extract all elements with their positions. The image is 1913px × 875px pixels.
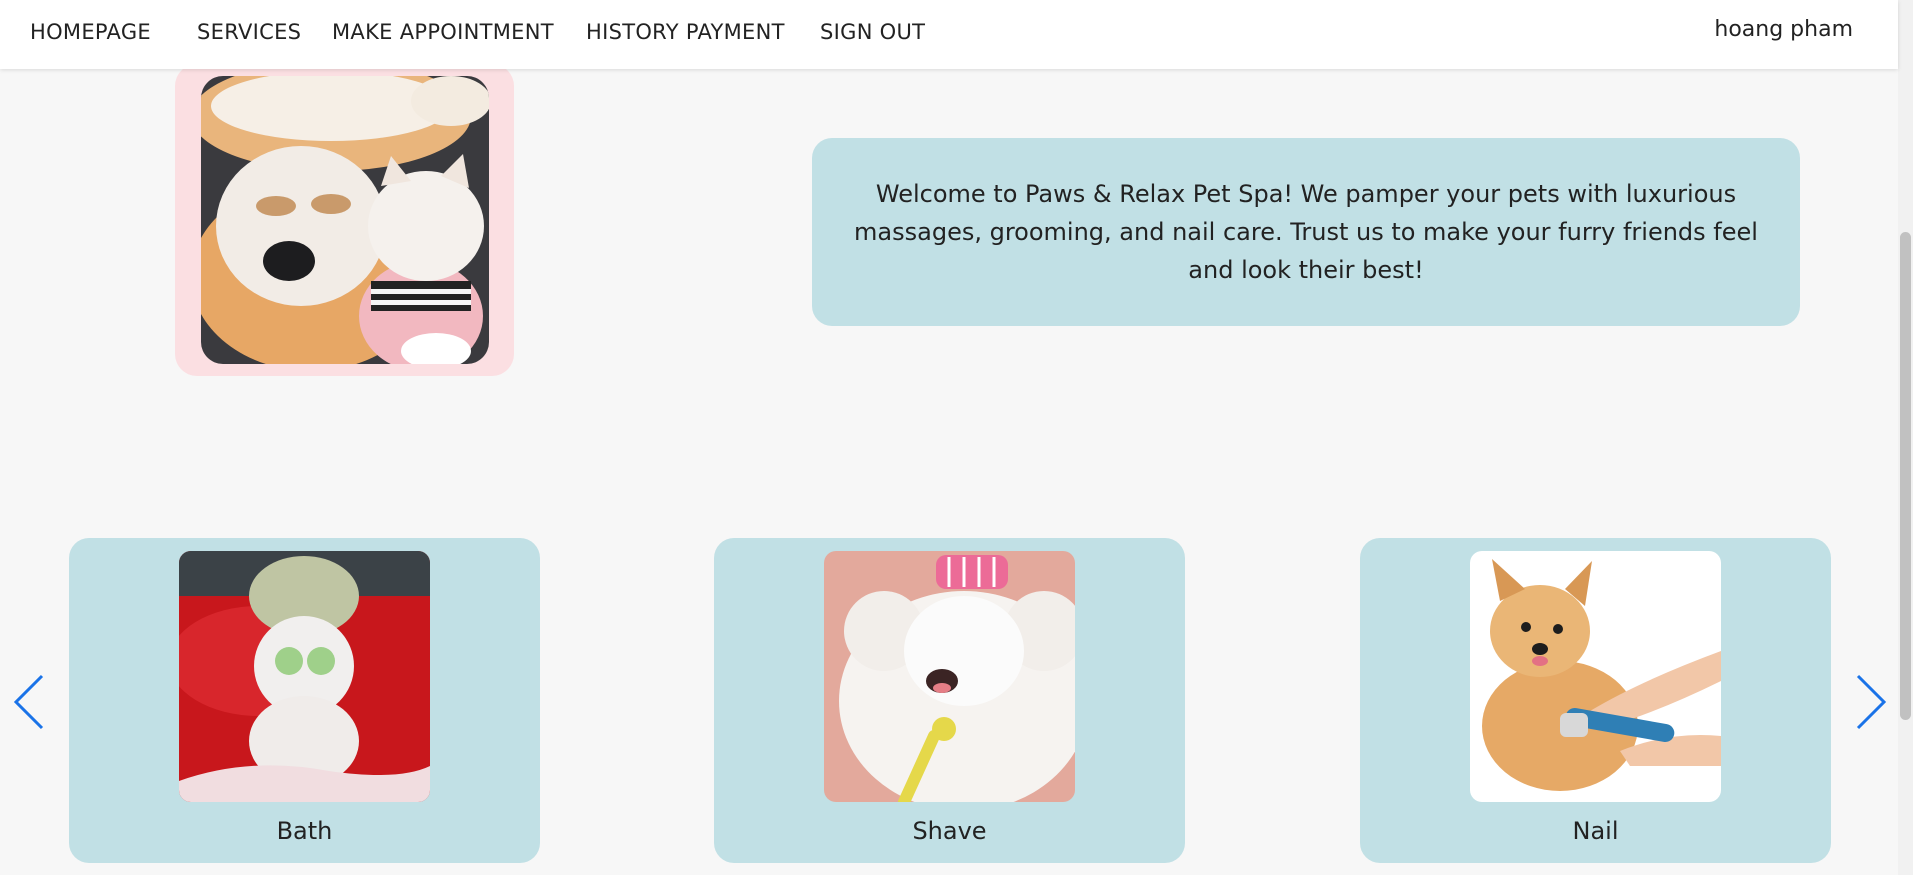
service-card-bath[interactable]: Bath <box>69 538 540 863</box>
user-name[interactable]: hoang pham <box>1714 17 1853 42</box>
chevron-right-icon[interactable] <box>1852 672 1888 732</box>
service-card-shave[interactable]: Shave <box>714 538 1185 863</box>
service-label-nail: Nail <box>1572 817 1619 845</box>
nav-make-appointment[interactable]: MAKE APPOINTMENT <box>332 20 554 44</box>
service-image-nail <box>1470 551 1721 802</box>
scrollbar-thumb[interactable] <box>1900 232 1911 720</box>
navbar: HOMEPAGE SERVICES MAKE APPOINTMENT HISTO… <box>0 0 1898 69</box>
welcome-message: Welcome to Paws & Relax Pet Spa! We pamp… <box>812 138 1800 326</box>
page-scrollbar[interactable] <box>1898 0 1913 875</box>
hero-image <box>201 76 489 364</box>
service-label-shave: Shave <box>912 817 987 845</box>
nav-homepage[interactable]: HOMEPAGE <box>30 20 151 44</box>
nav-history-payment[interactable]: HISTORY PAYMENT <box>586 20 785 44</box>
service-image-shave <box>824 551 1075 802</box>
nav-services[interactable]: SERVICES <box>197 20 301 44</box>
service-label-bath: Bath <box>276 817 333 845</box>
service-image-bath <box>179 551 430 802</box>
chevron-left-icon[interactable] <box>12 672 48 732</box>
nav-sign-out[interactable]: SIGN OUT <box>820 20 925 44</box>
hero-image-frame <box>175 64 514 376</box>
service-card-nail[interactable]: Nail <box>1360 538 1831 863</box>
